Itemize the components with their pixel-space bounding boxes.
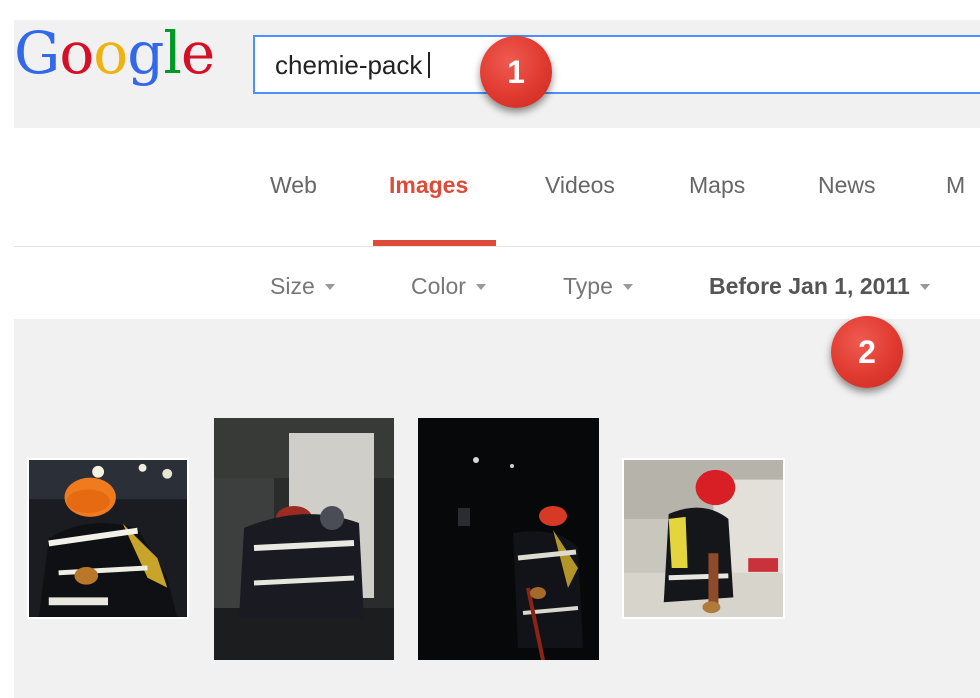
tab-web[interactable]: Web: [270, 172, 317, 199]
logo-letter-4: g: [127, 19, 164, 87]
google-images-page: Google chemie-pack 1 Web Images Videos M…: [0, 0, 980, 698]
search-field-value: chemie-pack: [275, 50, 431, 81]
time-filter-dropdown[interactable]: Before Jan 1, 2011: [709, 273, 930, 300]
tab-images[interactable]: Images: [389, 172, 468, 199]
chevron-down-icon: [324, 284, 335, 290]
firefighter-photo-1: [29, 460, 187, 617]
type-filter-label: Type: [563, 273, 613, 299]
image-results-grid: [14, 319, 980, 698]
logo-letter-5: l: [163, 19, 182, 87]
image-result-2[interactable]: [214, 418, 394, 660]
size-filter-dropdown[interactable]: Size: [270, 273, 335, 300]
color-filter-label: Color: [411, 273, 466, 299]
chevron-down-icon: [622, 284, 633, 290]
logo-letter-3: o: [93, 19, 128, 87]
firefighter-photo-2: [214, 418, 394, 660]
logo-letter-6: e: [180, 19, 215, 87]
color-filter-dropdown[interactable]: Color: [411, 273, 486, 300]
search-query: chemie-pack: [275, 50, 423, 80]
tab-maps[interactable]: Maps: [689, 172, 745, 199]
firefighter-photo-4: [624, 460, 783, 617]
search-input[interactable]: chemie-pack: [253, 35, 980, 94]
search-tools-bar: Size Color Type Before Jan 1, 2011: [0, 247, 980, 319]
type-filter-dropdown[interactable]: Type: [563, 273, 633, 300]
tab-news[interactable]: News: [818, 172, 876, 199]
step-marker-1: 1: [480, 36, 552, 108]
chevron-down-icon: [475, 284, 486, 290]
logo-letter-2: o: [59, 19, 94, 87]
tab-videos[interactable]: Videos: [545, 172, 615, 199]
search-tabs: Web Images Videos Maps News M: [0, 128, 980, 246]
chevron-down-icon: [919, 284, 930, 290]
step-marker-2: 2: [831, 316, 903, 388]
google-logo[interactable]: Google: [14, 19, 215, 87]
time-filter-label: Before Jan 1, 2011: [709, 273, 910, 299]
image-result-3[interactable]: [418, 418, 599, 660]
size-filter-label: Size: [270, 273, 315, 299]
text-caret: [428, 52, 431, 78]
tab-more[interactable]: M: [946, 172, 965, 199]
image-result-4[interactable]: [622, 458, 785, 619]
logo-letter-1: G: [14, 19, 60, 87]
firefighter-photo-3: [418, 418, 599, 660]
image-result-1[interactable]: [27, 458, 189, 619]
